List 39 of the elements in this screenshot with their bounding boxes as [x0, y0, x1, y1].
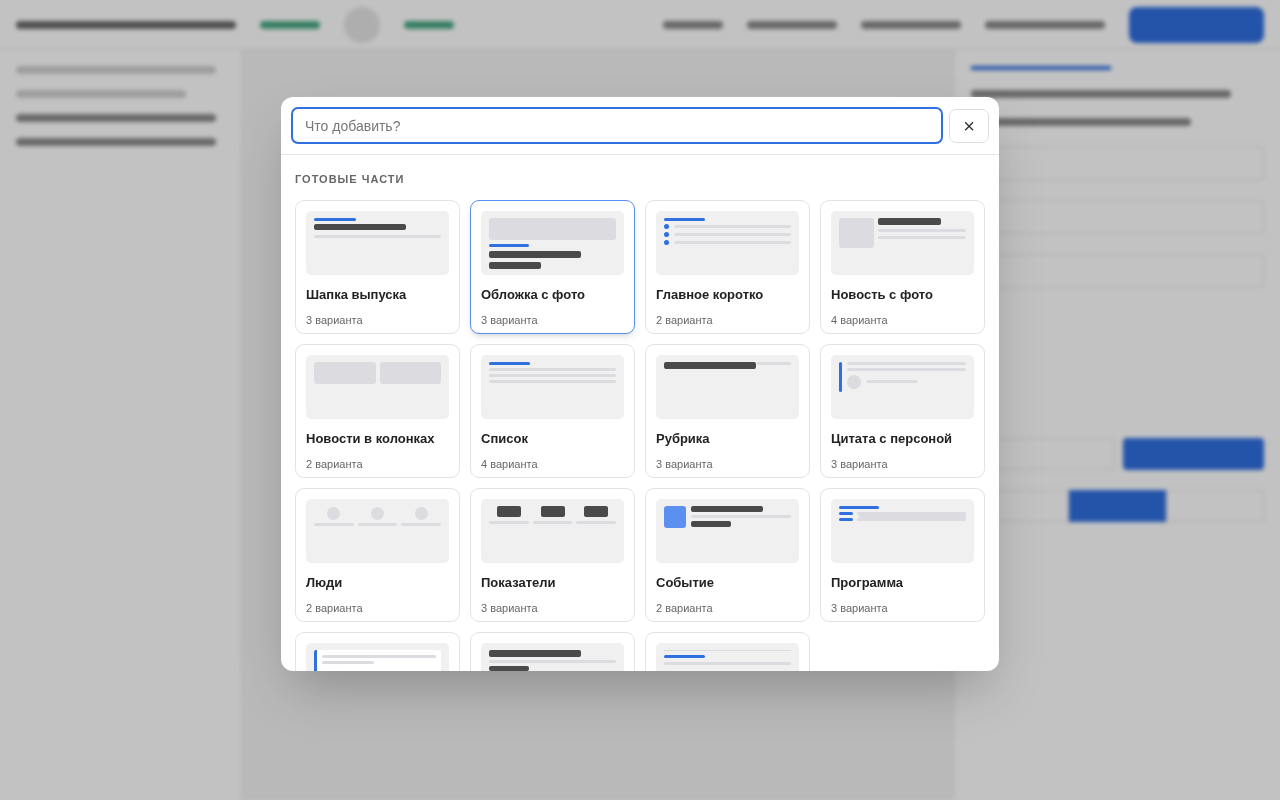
- part-card[interactable]: Рубрика 3 варианта: [645, 343, 810, 478]
- part-title: Главное коротко: [656, 285, 765, 304]
- part-card[interactable]: Событие 2 варианта: [645, 487, 810, 622]
- part-title: Новости в колонках: [306, 429, 436, 448]
- variant-count: 2 варианта: [656, 601, 714, 616]
- variant-count: 2 варианта: [656, 313, 714, 328]
- part-title: Люди: [306, 573, 344, 592]
- variant-count: 3 варианта: [481, 313, 539, 328]
- part-card[interactable]: Показатели 3 варианта: [470, 487, 635, 622]
- variant-count: 4 варианта: [831, 313, 889, 328]
- section-title: ГОТОВЫЕ ЧАСТИ: [295, 172, 406, 187]
- part-title: Показатели: [481, 573, 557, 592]
- part-card[interactable]: Цитата с персоной 3 варианта: [820, 343, 985, 478]
- variant-count: 2 варианта: [306, 457, 364, 472]
- part-title: Цитата с персоной: [831, 429, 954, 448]
- variant-count: 3 варианта: [831, 457, 889, 472]
- part-title: Список: [481, 429, 529, 448]
- part-card[interactable]: Новости в колонках 2 варианта: [295, 343, 460, 478]
- variant-count: 4 варианта: [481, 457, 539, 472]
- part-card[interactable]: Шапка выпуска 3 варианта: [295, 199, 460, 334]
- part-title: Обложка с фото: [481, 285, 587, 304]
- part-card[interactable]: Список 4 варианта: [470, 343, 635, 478]
- part-title: Шапка выпуска: [306, 285, 408, 304]
- part-card[interactable]: Люди 2 варианта: [295, 487, 460, 622]
- part-card[interactable]: Программа 3 варианта: [820, 487, 985, 622]
- variant-count: 3 варианта: [831, 601, 889, 616]
- part-card[interactable]: Обложка с фото 3 варианта: [470, 199, 635, 334]
- variant-count: 3 варианта: [481, 601, 539, 616]
- close-button[interactable]: ×: [949, 108, 989, 143]
- part-title: Событие: [656, 573, 716, 592]
- variant-count: 2 варианта: [306, 601, 364, 616]
- part-card[interactable]: Новость с фото 4 варианта: [820, 199, 985, 334]
- part-title: Программа: [831, 573, 905, 592]
- variant-count: 3 варианта: [656, 457, 714, 472]
- part-title: Рубрика: [656, 429, 711, 448]
- part-title: Новость с фото: [831, 285, 934, 304]
- variant-count: 3 варианта: [306, 313, 364, 328]
- part-card[interactable]: Главное коротко 2 варианта: [645, 199, 810, 334]
- search-field[interactable]: Что добавить?: [291, 107, 943, 144]
